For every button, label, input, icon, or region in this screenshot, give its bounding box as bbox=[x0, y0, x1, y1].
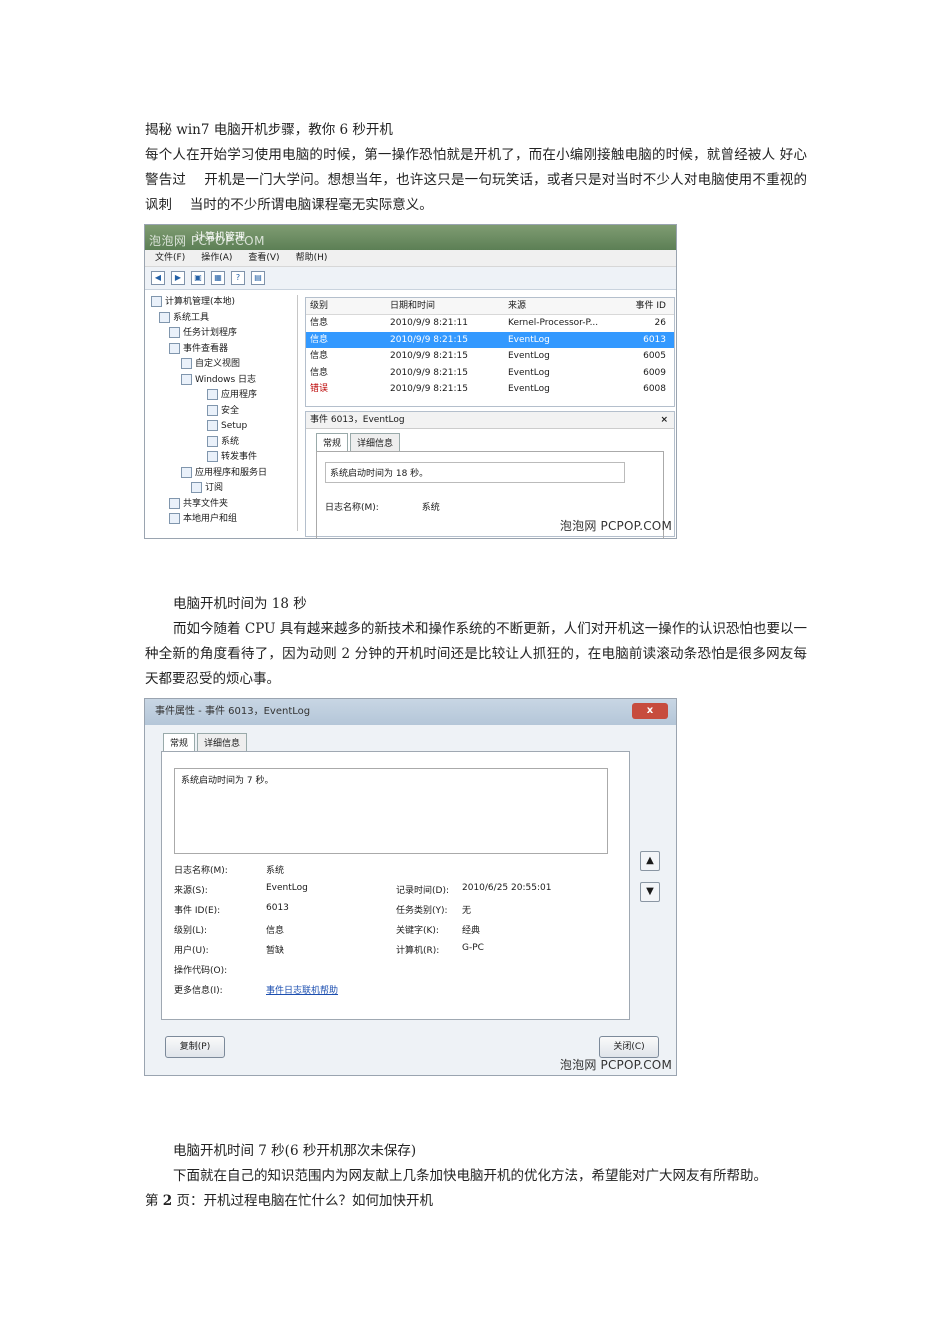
intro-paragraph: 每个人在开始学习使用电脑的时候，第一操作恐怕就是开机了，而在小编刚接触电脑的时候… bbox=[145, 147, 807, 213]
log-icon bbox=[207, 435, 218, 447]
tree-item[interactable]: 任务计划程序 bbox=[149, 326, 297, 342]
next-event-icon[interactable]: ▼ bbox=[640, 882, 660, 902]
watermark-top: 泡泡网 PCPOP.COM bbox=[149, 234, 265, 248]
tree-item[interactable]: 系统 bbox=[149, 435, 297, 451]
panel-icon[interactable]: ▤ bbox=[251, 271, 265, 285]
tabs: 常规 详细信息 bbox=[163, 733, 248, 751]
detail-tabs: 常规 详细信息 bbox=[306, 429, 674, 451]
tree-item[interactable]: Setup bbox=[149, 419, 297, 435]
tree-item[interactable]: Windows 日志 bbox=[149, 373, 297, 389]
tree-item[interactable]: 计算机管理(本地) bbox=[149, 295, 297, 311]
description-box: 系统启动时间为 7 秒。 bbox=[174, 768, 608, 854]
previous-event-icon[interactable]: ▲ bbox=[640, 851, 660, 871]
tree-item[interactable]: 应用程序 bbox=[149, 388, 297, 404]
table-row-selected[interactable]: 信息 2010/9/9 8:21:15 EventLog 6013 bbox=[306, 331, 674, 348]
folder-icon[interactable]: ▣ bbox=[191, 271, 205, 285]
event-list-header: 级别 日期和时间 来源 事件 ID bbox=[306, 298, 674, 315]
folder-icon bbox=[181, 466, 192, 478]
menu-help[interactable]: 帮助(H) bbox=[296, 250, 328, 266]
folder-icon bbox=[181, 373, 192, 385]
paragraph-2: 而如今随着 CPU 具有越来越多的新技术和操作系统的不断更新，人们对开机这一操作… bbox=[145, 621, 807, 687]
table-row[interactable]: 信息 2010/9/9 8:21:11 Kernel-Processor-P... 2… bbox=[306, 315, 674, 332]
startup-time-text: 系统启动时间为 18 秒。 bbox=[325, 462, 625, 483]
toolbar: ◀ ▶ ▣ ▦ ? ▤ bbox=[145, 267, 676, 290]
subscription-icon bbox=[191, 482, 202, 493]
table-row[interactable]: 信息 2010/9/9 8:21:15 EventLog 6009 bbox=[306, 365, 674, 382]
table-row[interactable]: 信息 2010/9/9 8:21:15 EventLog 6005 bbox=[306, 348, 674, 365]
tab-general[interactable]: 常规 bbox=[316, 433, 349, 451]
window-titlebar: 事件属性 - 事件 6013，EventLog x bbox=[145, 699, 676, 725]
help-icon[interactable]: ? bbox=[231, 271, 245, 285]
log-icon bbox=[207, 451, 218, 462]
log-icon bbox=[207, 420, 218, 431]
tree-item[interactable]: 订阅 bbox=[149, 481, 297, 497]
computer-icon bbox=[151, 296, 162, 307]
watermark: 泡泡网 PCPOP.COM bbox=[559, 519, 672, 533]
grid-icon[interactable]: ▦ bbox=[211, 271, 225, 285]
folder-icon bbox=[181, 358, 192, 369]
close-icon[interactable]: × bbox=[660, 412, 668, 428]
tab-details[interactable]: 详细信息 bbox=[350, 433, 401, 451]
close-window-button[interactable]: x bbox=[632, 703, 668, 719]
col-event-id[interactable]: 事件 ID bbox=[622, 298, 666, 314]
clock-icon bbox=[169, 327, 180, 338]
close-button[interactable]: 关闭(C) bbox=[599, 1036, 659, 1058]
caption-2: 电脑开机时间 7 秒(6 秒开机那次未保存) bbox=[173, 1143, 417, 1159]
paragraph-3: 下面就在自己的知识范围内为网友献上几条加快电脑开机的优化方法，希望能对广大网友有… bbox=[173, 1168, 767, 1184]
watermark: 泡泡网 PCPOP.COM bbox=[559, 1058, 672, 1072]
users-icon bbox=[169, 513, 180, 524]
col-source[interactable]: 来源 bbox=[508, 298, 622, 314]
tree-item[interactable]: 转发事件 bbox=[149, 450, 297, 466]
window-title: 事件属性 - 事件 6013，EventLog bbox=[155, 706, 311, 717]
tree-item[interactable]: 系统工具 bbox=[149, 311, 297, 327]
col-datetime[interactable]: 日期和时间 bbox=[390, 298, 508, 314]
tab-details[interactable]: 详细信息 bbox=[197, 733, 248, 751]
tree-item[interactable]: 共享文件夹 bbox=[149, 497, 297, 513]
detail-title: 事件 6013，EventLog bbox=[310, 415, 405, 425]
tree-item[interactable]: 应用程序和服务日 bbox=[149, 466, 297, 482]
log-name-field: 日志名称(M): 系统 bbox=[325, 503, 440, 513]
forward-icon[interactable]: ▶ bbox=[171, 271, 185, 285]
tree-item[interactable]: 事件查看器 bbox=[149, 342, 297, 358]
navigation-tree: 计算机管理(本地) 系统工具 任务计划程序 事件查看器 自定义视图 Window… bbox=[149, 295, 298, 531]
back-icon[interactable]: ◀ bbox=[151, 271, 165, 285]
tree-item[interactable]: 安全 bbox=[149, 404, 297, 420]
general-panel: 系统启动时间为 7 秒。 日志名称(M): 系统 来源(S): EventLog 记录… bbox=[161, 751, 630, 1020]
detail-header: 事件 6013，EventLog × bbox=[306, 412, 674, 429]
article-title: 揭秘 win7 电脑开机步骤，教你 6 秒开机 bbox=[145, 122, 393, 138]
online-help-link[interactable]: 事件日志联机帮助 bbox=[266, 983, 338, 996]
log-icon bbox=[207, 389, 218, 400]
event-properties-screenshot: 事件属性 - 事件 6013，EventLog x 常规 详细信息 系统启动时间… bbox=[144, 698, 677, 1076]
page-heading: 第 2 页：开机过程电脑在忙什么？如何加快开机 bbox=[145, 1193, 433, 1209]
event-viewer-icon bbox=[169, 342, 180, 354]
tree-item[interactable]: 自定义视图 bbox=[149, 357, 297, 373]
computer-management-screenshot: 泡泡网 PCPOP.COM 计算机管理 文件(F) 操作(A) 查看(V) 帮助… bbox=[144, 224, 677, 539]
log-icon bbox=[207, 404, 218, 416]
tools-icon bbox=[159, 311, 170, 323]
copy-button[interactable]: 复制(P) bbox=[165, 1036, 225, 1058]
event-list: 级别 日期和时间 来源 事件 ID 信息 2010/9/9 8:21:11 Kern… bbox=[305, 297, 675, 407]
window-titlebar: 泡泡网 PCPOP.COM 计算机管理 bbox=[145, 225, 676, 250]
col-level[interactable]: 级别 bbox=[306, 298, 390, 314]
tab-general[interactable]: 常规 bbox=[163, 733, 196, 751]
table-row[interactable]: 错误 2010/9/9 8:21:15 EventLog 6008 bbox=[306, 381, 674, 398]
tree-item[interactable]: 本地用户和组 bbox=[149, 512, 297, 528]
caption-1: 电脑开机时间为 18 秒 bbox=[173, 596, 307, 612]
share-icon bbox=[169, 497, 180, 509]
page-number: 2 bbox=[162, 1193, 173, 1209]
